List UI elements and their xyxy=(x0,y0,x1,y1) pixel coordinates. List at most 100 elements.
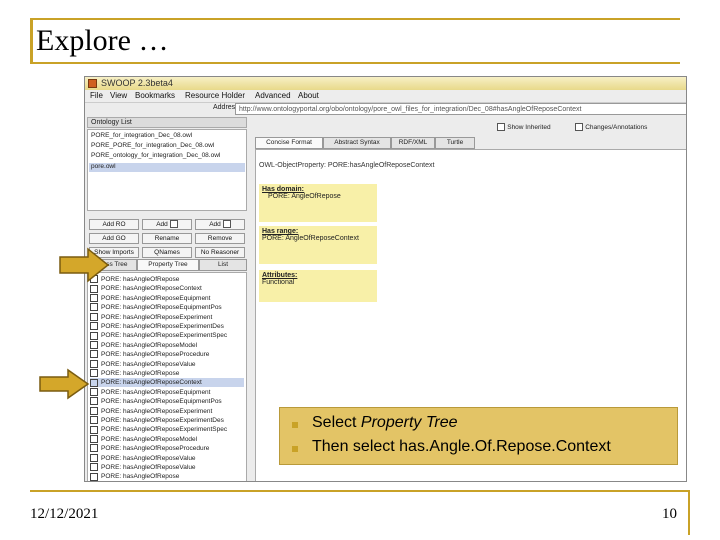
tree-item[interactable]: PORE: hasAngleOfReposeExperimentDes xyxy=(90,322,224,331)
tree-item[interactable]: PORE: hasAngleOfReposeModel xyxy=(90,435,197,444)
qnames-toggle[interactable]: QNames xyxy=(142,247,192,258)
menu-advanced[interactable]: Advanced xyxy=(255,91,291,100)
checkbox-icon xyxy=(222,220,231,229)
reasoner-label: No Reasoner xyxy=(200,249,240,256)
tree-item[interactable]: PORE: hasAngleOfReposeExperimentSpec xyxy=(90,331,227,340)
changes-annotations-checkbox[interactable]: Changes/Annotations xyxy=(573,122,647,131)
tree-item[interactable]: PORE: hasAngleOfReposeContext xyxy=(90,284,202,293)
bullet-icon xyxy=(292,446,298,452)
tree-item[interactable]: PORE: hasAngleOfReposeProcedure xyxy=(90,444,209,453)
bullet-icon xyxy=(292,422,298,428)
tree-item-label: PORE: hasAngleOfReposeValue xyxy=(101,360,196,368)
tree-item[interactable]: PORE: hasAngleOfReposeContext xyxy=(90,378,244,388)
tree-item[interactable]: PORE: hasAngleOfReposeExperimentSpec xyxy=(90,425,227,434)
tab-rdf-xml[interactable]: RDF/XML xyxy=(391,137,435,149)
show-inherited-checkbox[interactable]: Show Inherited xyxy=(495,122,551,131)
tree-item-label: PORE: hasAngleOfReposeValue xyxy=(101,464,196,471)
ontology-item[interactable]: PORE_for_integration_Dec_08.owl xyxy=(91,132,192,139)
checkbox-icon xyxy=(90,350,98,359)
checkbox-icon xyxy=(90,284,98,293)
checkbox-icon xyxy=(90,406,98,415)
tree-item-label: PORE: hasAngleOfReposeExperimentDes xyxy=(101,323,224,330)
add-go-button[interactable]: Add GO xyxy=(89,233,139,244)
tree-item[interactable]: PORE: hasAngleOfReposeProcedure xyxy=(90,350,209,359)
tree-item[interactable]: PORE: hasAngleOfReposeValue xyxy=(90,463,196,472)
tab-property-tree[interactable]: Property Tree xyxy=(137,259,199,271)
tree-item[interactable]: PORE: hasAngleOfReposeExperimentDes xyxy=(90,416,224,425)
tree-item[interactable]: PORE: hasAngleOfReposeExperiment xyxy=(90,312,212,322)
add-ro-label: Add RO xyxy=(102,221,126,228)
tree-item[interactable]: PORE: hasAngleOfReposeEquipmentPos xyxy=(90,397,222,406)
tree-item-label: PORE: hasAngleOfRepose xyxy=(101,276,180,283)
tree-item[interactable]: PORE: hasAngleOfReposeEquipment xyxy=(90,388,210,397)
tab-turtle[interactable]: Turtle xyxy=(435,137,475,149)
checkbox-icon xyxy=(90,359,98,368)
tree-item[interactable]: PORE: hasAngleOfRepose xyxy=(90,369,179,378)
tree-item[interactable]: PORE: hasAngleOfReposeEquipmentPos xyxy=(90,303,222,312)
ontology-item[interactable]: pore.owl xyxy=(91,163,116,170)
tree-item-label: PORE: hasAngleOfReposeEquipmentPos xyxy=(101,398,222,406)
remove-button[interactable]: Remove xyxy=(195,233,245,244)
add-go-label: Add GO xyxy=(102,235,126,242)
tree-item-label: PORE: hasAngleOfReposeValue xyxy=(101,454,196,462)
instruction-callout: Select Property Tree Then select has.Ang… xyxy=(279,407,678,465)
checkbox-icon xyxy=(497,122,505,131)
tab-abstract-syntax[interactable]: Abstract Syntax xyxy=(323,137,391,149)
arrow-right-icon xyxy=(59,247,110,283)
add-label: Add xyxy=(156,221,168,228)
reasoner-select[interactable]: No Reasoner xyxy=(195,247,245,258)
checkbox-icon xyxy=(90,322,98,331)
tree-item-label: PORE: hasAngleOfReposeEquipment xyxy=(101,388,211,396)
rename-button[interactable]: Rename xyxy=(142,233,192,244)
tree-item[interactable]: PORE: hasAngleOfReposeValue xyxy=(90,453,196,463)
ontology-list: PORE_for_integration_Dec_08.owl PORE_POR… xyxy=(87,129,247,211)
menu-bookmarks[interactable]: Bookmarks xyxy=(135,91,175,100)
tree-item[interactable]: PORE: hasAngleOfRepose xyxy=(90,472,179,481)
instruction-prefix: Select xyxy=(312,414,361,431)
checkbox-icon xyxy=(90,378,98,387)
rename-label: Rename xyxy=(154,235,180,242)
address-input[interactable]: http://www.ontologyportal.org/obo/ontolo… xyxy=(235,103,686,115)
checkbox-icon xyxy=(90,294,98,303)
tab-concise-format[interactable]: Concise Format xyxy=(255,137,323,149)
tree-item-label: PORE: hasAngleOfReposeModel xyxy=(101,341,198,349)
ontology-item[interactable]: PORE_PORE_for_integration_Dec_08.owl xyxy=(91,142,214,149)
show-inherited-label: Show Inherited xyxy=(507,124,551,131)
tree-item[interactable]: PORE: hasAngleOfReposeExperiment xyxy=(90,406,213,416)
menu-file[interactable]: File xyxy=(90,91,103,100)
instruction-line-2: Then select has.Angle.Of.Repose.Context xyxy=(312,438,611,455)
range-value[interactable]: PORE: AngleOfReposeContext xyxy=(262,235,374,242)
range-label: Has range: xyxy=(262,228,299,235)
property-header: OWL-ObjectProperty: PORE:hasAngleOfRepos… xyxy=(259,162,435,169)
tree-item-label: PORE: hasAngleOfRepose xyxy=(101,370,180,377)
footer-rule xyxy=(30,490,690,492)
range-box: Has range: PORE: AngleOfReposeContext xyxy=(259,226,377,264)
tree-item-label: PORE: hasAngleOfReposeContext xyxy=(101,285,202,293)
add-label: Add xyxy=(209,221,221,228)
domain-value[interactable]: PORE: AngleOfRepose xyxy=(268,193,374,200)
qnames-label: QNames xyxy=(154,249,180,256)
app-icon xyxy=(88,79,97,88)
menu-bar: File View Bookmarks Resource Holder Adva… xyxy=(85,90,686,103)
tree-item-label: PORE: hasAngleOfReposeExperimentSpec xyxy=(101,332,228,340)
tree-item-label: PORE: hasAngleOfReposeProcedure xyxy=(101,351,210,359)
add-checkbox-button[interactable]: Add xyxy=(142,219,192,230)
add-ro-button[interactable]: Add RO xyxy=(89,219,139,230)
tree-item-label: PORE: hasAngleOfReposeEquipment xyxy=(101,294,211,302)
page-number: 10 xyxy=(662,506,677,522)
tree-item-label: PORE: hasAngleOfReposeModel xyxy=(101,435,198,443)
menu-resource-holder[interactable]: Resource Holder xyxy=(185,91,245,100)
ontology-item[interactable]: PORE_ontology_for_integration_Dec_08.owl xyxy=(91,152,220,159)
tree-item-label: PORE: hasAngleOfRepose xyxy=(101,473,180,481)
checkbox-icon xyxy=(90,341,98,350)
tree-item[interactable]: PORE: hasAngleOfReposeValue xyxy=(90,359,196,369)
tree-item[interactable]: PORE: hasAngleOfReposeEquipment xyxy=(90,294,210,303)
add-button[interactable]: Add xyxy=(195,219,245,230)
tree-item-label: PORE: hasAngleOfReposeExperiment xyxy=(101,407,213,415)
tab-list[interactable]: List xyxy=(199,259,247,271)
menu-about[interactable]: About xyxy=(298,91,319,100)
tree-item[interactable]: PORE: hasAngleOfReposeModel xyxy=(90,341,197,350)
menu-view[interactable]: View xyxy=(110,91,127,100)
window-title: SWOOP 2.3beta4 xyxy=(101,78,173,88)
footer-right-rule xyxy=(688,490,690,535)
